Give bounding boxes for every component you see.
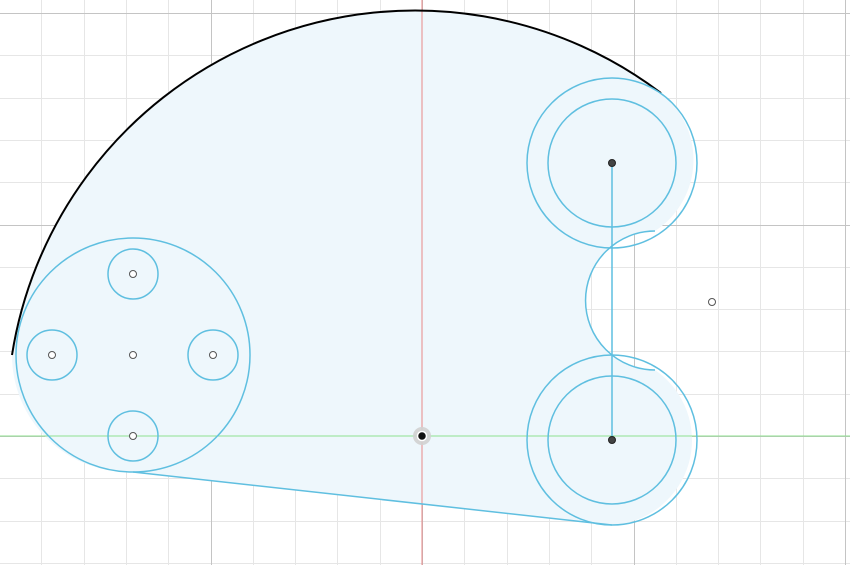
sketch-canvas[interactable] [0,0,850,565]
boss-bottom-center-point[interactable] [608,436,616,444]
bolt-hole-bottom-center-point[interactable] [129,432,137,440]
boss-top-center-point[interactable] [608,159,616,167]
bolt-circle-center-point[interactable] [129,351,137,359]
bolt-hole-right-center-point[interactable] [209,351,217,359]
sketch-point[interactable] [708,298,716,306]
origin-point[interactable] [416,430,428,442]
bolt-hole-left-center-point[interactable] [48,351,56,359]
bolt-hole-top-center-point[interactable] [129,270,137,278]
